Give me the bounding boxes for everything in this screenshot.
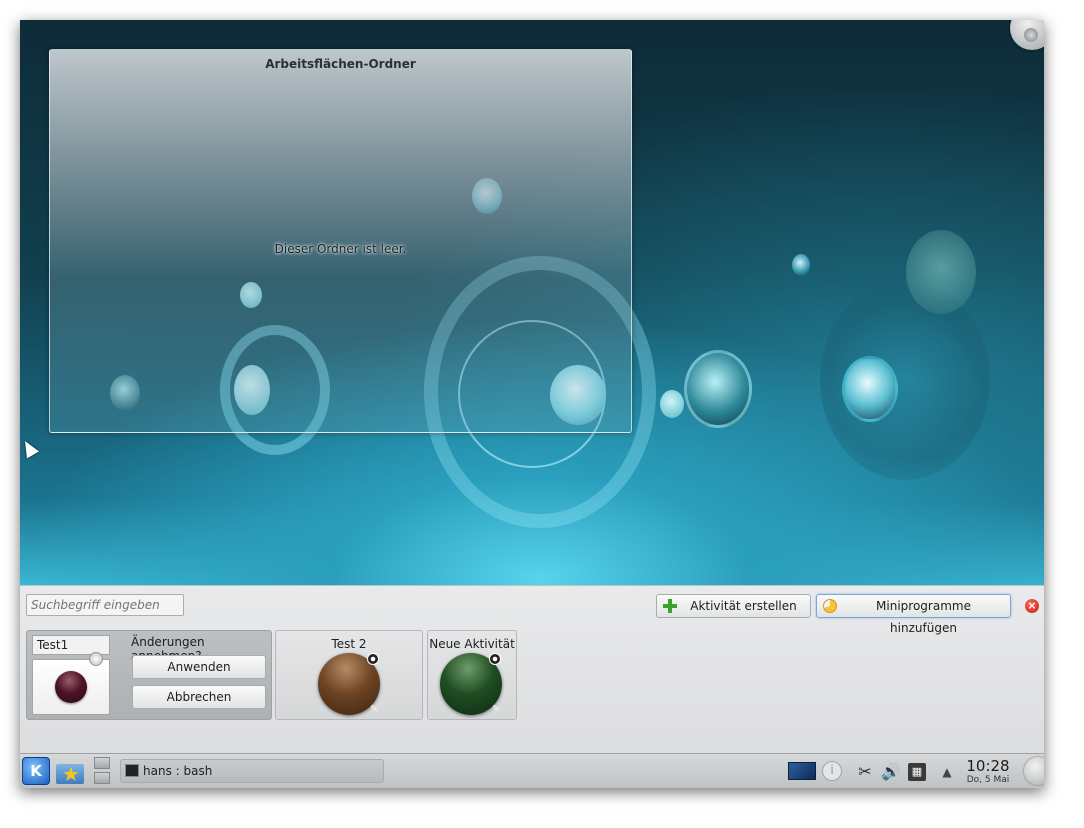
configure-icon[interactable]: ✎ <box>492 705 502 715</box>
apply-button[interactable]: Anwenden <box>132 655 266 679</box>
activity-card-test2[interactable]: Test 2 ✎ <box>275 630 423 720</box>
widgets-icon <box>823 599 837 613</box>
pager-desktop-2[interactable] <box>94 772 110 784</box>
cancel-button[interactable]: Abbrechen <box>132 685 266 709</box>
network-icon[interactable]: ▦ <box>908 763 926 781</box>
add-widgets-label: Miniprogramme hinzufügen <box>876 599 971 635</box>
screen-icon[interactable] <box>788 762 816 780</box>
activity-manager: Aktivität erstellen Miniprogramme hinzuf… <box>20 585 1044 754</box>
folder-view-title: Arbeitsflächen-Ordner <box>265 57 416 71</box>
wallpaper-bubble <box>906 230 976 314</box>
application-launcher-icon[interactable]: K <box>22 757 50 785</box>
configure-icon[interactable]: ✎ <box>370 705 380 715</box>
plus-icon <box>663 599 677 613</box>
clock-time[interactable]: 10:28 <box>964 757 1012 775</box>
wallpaper-bubble <box>660 390 684 418</box>
desktop-screen: Arbeitsflächen-Ordner Dieser Ordner ist … <box>20 20 1044 788</box>
activity-orb-icon <box>55 671 87 703</box>
pager[interactable] <box>94 757 110 785</box>
pager-desktop-1[interactable] <box>94 757 110 769</box>
star-icon: ★ <box>62 762 80 786</box>
task-label: hans : bash <box>143 764 213 778</box>
expand-arrow-icon[interactable]: ▲ <box>936 761 958 783</box>
task-item[interactable]: hans : bash <box>120 759 384 783</box>
wallpaper-bubble <box>684 350 752 428</box>
add-widgets-button[interactable]: Miniprogramme hinzufügen <box>816 594 1011 635</box>
clipboard-icon[interactable]: ✂ <box>854 761 876 783</box>
activity-name: Test 2 <box>331 637 367 651</box>
folder-star-icon[interactable]: ★ <box>56 760 86 786</box>
activity-card-test1[interactable]: Test1 Änderungen annehmen? Anwenden Abbr… <box>26 630 272 720</box>
panel-toolbox-button[interactable] <box>1024 757 1044 785</box>
terminal-icon <box>125 764 139 777</box>
search-input[interactable] <box>26 594 184 616</box>
activity-name: Neue Aktivität <box>429 637 515 651</box>
taskbar: K ★ hans : bash i ✂ 🔊 ▦ ▲ 10:28 Do, 5 Ma… <box>20 753 1044 788</box>
wallpaper-bubble <box>842 356 898 422</box>
stop-activity-icon[interactable] <box>367 653 379 665</box>
close-icon[interactable]: × <box>1025 599 1039 613</box>
info-icon[interactable]: i <box>822 761 842 781</box>
stop-activity-icon[interactable] <box>489 653 501 665</box>
activity-icon-button[interactable] <box>32 659 110 715</box>
activity-stop-icon[interactable] <box>89 652 103 666</box>
create-activity-label: Aktivität erstellen <box>690 599 797 613</box>
volume-icon[interactable]: 🔊 <box>880 761 902 783</box>
folder-view-widget[interactable]: Arbeitsflächen-Ordner Dieser Ordner ist … <box>49 49 632 433</box>
activity-card-neue-aktivitaet[interactable]: Neue Aktivität ✎ <box>427 630 517 720</box>
create-activity-button[interactable]: Aktivität erstellen <box>656 594 811 618</box>
wallpaper-bubble <box>792 254 810 276</box>
folder-empty-message: Dieser Ordner ist leer. <box>274 242 407 256</box>
clock-date[interactable]: Do, 5 Mai <box>964 775 1012 785</box>
toolbox-icon <box>1024 28 1038 42</box>
